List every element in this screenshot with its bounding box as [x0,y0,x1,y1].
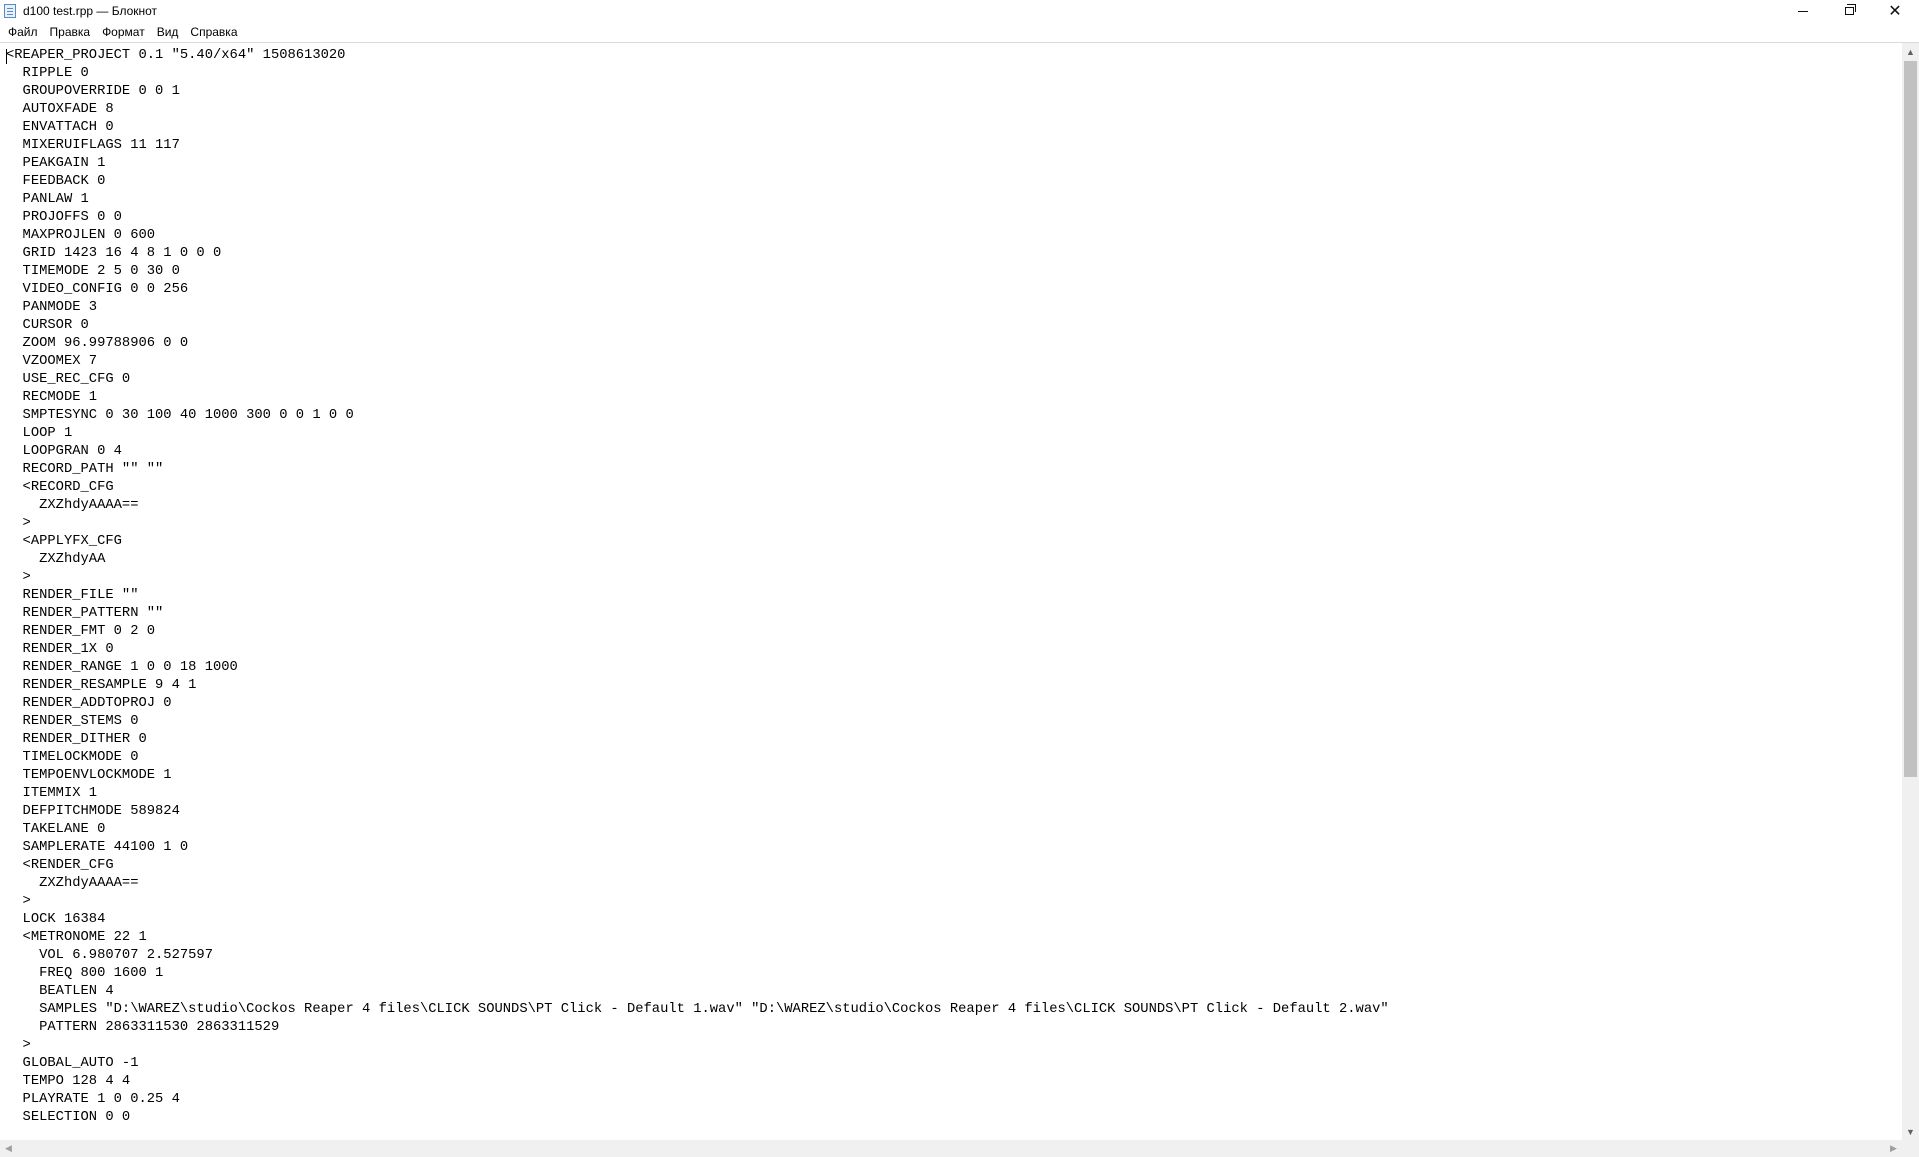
menu-edit[interactable]: Правка [44,22,97,42]
text-line: <REAPER_PROJECT 0.1 "5.40/x64" 150861302… [6,48,346,63]
text-editor[interactable]: <REAPER_PROJECT 0.1 "5.40/x64" 150861302… [0,43,1902,1140]
text-line: AUTOXFADE 8 [6,102,114,117]
text-line: BEATLEN 4 [6,984,114,999]
text-line: LOCK 16384 [6,912,106,927]
text-line: USE_REC_CFG 0 [6,372,131,387]
maximize-button[interactable] [1826,0,1872,22]
text-line: PLAYRATE 1 0 0.25 4 [6,1092,180,1107]
text-line: TAKELANE 0 [6,822,106,837]
text-line: ZXZhdyAAAA== [6,876,139,891]
text-line: VOL 6.980707 2.527597 [6,948,213,963]
text-line: CURSOR 0 [6,318,89,333]
document-text[interactable]: <REAPER_PROJECT 0.1 "5.40/x64" 150861302… [6,47,1389,1127]
close-icon: ✕ [1888,1,1902,20]
arrow-down-icon[interactable]: ▼ [1902,1123,1919,1140]
text-line: PANMODE 3 [6,300,98,315]
arrow-up-icon[interactable]: ▲ [1902,43,1919,60]
text-line: RENDER_ADDTOPROJ 0 [6,696,172,711]
text-line: <RENDER_CFG [6,858,114,873]
maximize-icon [1844,4,1856,15]
text-line: PANLAW 1 [6,192,89,207]
vertical-scrollbar[interactable]: ▲ ▼ [1902,43,1919,1140]
text-line: PATTERN 2863311530 2863311529 [6,1020,280,1035]
menu-format[interactable]: Формат [96,22,151,42]
text-line: FEEDBACK 0 [6,174,106,189]
text-line: > [6,894,31,909]
text-line: <RECORD_CFG [6,480,114,495]
menu-file[interactable]: Файл [2,22,44,42]
text-line: TIMEMODE 2 5 0 30 0 [6,264,180,279]
text-line: TEMPOENVLOCKMODE 1 [6,768,172,783]
text-caret [6,49,7,64]
menu-bar: Файл Правка Формат Вид Справка [0,22,1919,42]
arrow-left-icon[interactable]: ◀ [0,1140,17,1157]
text-line: ZXZhdyAAAA== [6,498,139,513]
text-line: ENVATTACH 0 [6,120,114,135]
text-line: > [6,1038,31,1053]
vertical-scroll-thumb[interactable] [1904,61,1917,777]
arrow-right-icon[interactable]: ▶ [1885,1140,1902,1157]
text-line: RECORD_PATH "" "" [6,462,164,477]
text-line: GLOBAL_AUTO -1 [6,1056,139,1071]
horizontal-scrollbar[interactable]: ◀ ▶ [0,1140,1902,1157]
text-line: ZXZhdyAA [6,552,106,567]
text-line: > [6,516,31,531]
text-line: <METRONOME 22 1 [6,930,147,945]
text-line: MAXPROJLEN 0 600 [6,228,156,243]
text-line: SELECTION 0 0 [6,1110,131,1125]
text-line: PEAKGAIN 1 [6,156,106,171]
close-button[interactable]: ✕ [1872,0,1918,22]
text-line: RENDER_RANGE 1 0 0 18 1000 [6,660,238,675]
text-line: <APPLYFX_CFG [6,534,122,549]
text-line: GROUPOVERRIDE 0 0 1 [6,84,180,99]
text-line: RENDER_FMT 0 2 0 [6,624,156,639]
text-line: VIDEO_CONFIG 0 0 256 [6,282,189,297]
text-line: MIXERUIFLAGS 11 117 [6,138,180,153]
text-line: LOOP 1 [6,426,73,441]
text-line: ITEMMIX 1 [6,786,98,801]
notepad-icon [4,4,16,18]
text-line: > [6,570,31,585]
text-line: FREQ 800 1600 1 [6,966,164,981]
text-line: GRID 1423 16 4 8 1 0 0 0 [6,246,222,261]
text-line: LOOPGRAN 0 4 [6,444,122,459]
scrollbar-corner [1902,1140,1919,1157]
text-line: RENDER_STEMS 0 [6,714,139,729]
text-line: ZOOM 96.99788906 0 0 [6,336,189,351]
menu-view[interactable]: Вид [151,22,185,42]
text-line: RECMODE 1 [6,390,98,405]
title-bar[interactable]: d100 test.rpp — Блокнот ✕ [0,0,1919,22]
text-line: RIPPLE 0 [6,66,89,81]
text-line: RENDER_DITHER 0 [6,732,147,747]
text-line: SAMPLES "D:\WAREZ\studio\Cockos Reaper 4… [6,1002,1389,1017]
text-line: TIMELOCKMODE 0 [6,750,139,765]
minimize-icon [1798,10,1808,12]
text-line: VZOOMEX 7 [6,354,98,369]
text-line: PROJOFFS 0 0 [6,210,122,225]
text-line: DEFPITCHMODE 589824 [6,804,180,819]
menu-help[interactable]: Справка [184,22,243,42]
text-line: SAMPLERATE 44100 1 0 [6,840,189,855]
text-line: RENDER_FILE "" [6,588,139,603]
window-title: d100 test.rpp — Блокнот [23,4,158,18]
text-line: RENDER_PATTERN "" [6,606,164,621]
text-line: RENDER_1X 0 [6,642,114,657]
text-line: RENDER_RESAMPLE 9 4 1 [6,678,197,693]
text-line: SMPTESYNC 0 30 100 40 1000 300 0 0 1 0 0 [6,408,354,423]
minimize-button[interactable] [1780,0,1826,22]
text-line: TEMPO 128 4 4 [6,1074,131,1089]
